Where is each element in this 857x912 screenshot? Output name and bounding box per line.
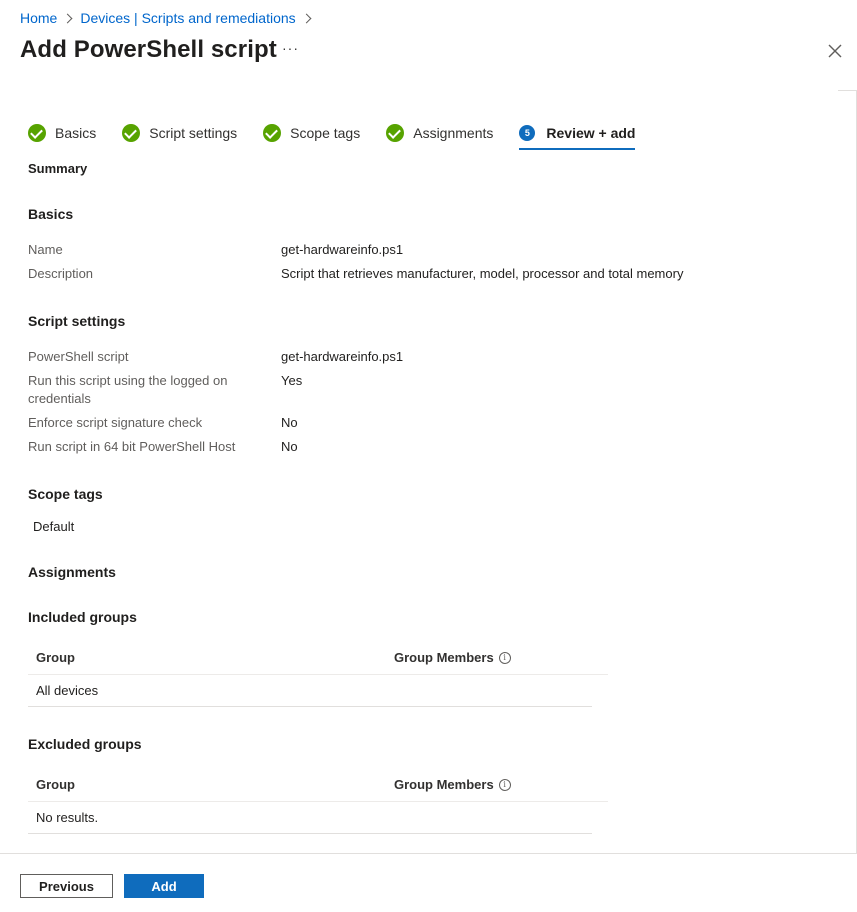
frame-divider [838,90,857,91]
more-options-button[interactable]: ··· [282,40,299,56]
checkmark-circle-icon [28,124,46,142]
setting-label: Run this script using the logged on cred… [28,373,228,406]
excluded-groups-table: Group Group Members i No results. [28,768,608,834]
column-header-members: Group Members i [394,650,511,665]
table-row: No results. [28,802,592,834]
scope-tag-value: Default [33,519,75,534]
step-number-badge: 5 [519,125,536,141]
info-icon[interactable]: i [498,778,511,791]
column-header-group: Group [36,650,75,665]
setting-value: get-hardwareinfo.ps1 [281,349,404,364]
page-title: Add PowerShell script [20,36,277,63]
name-label: Name [28,242,63,257]
column-header-group: Group [36,777,75,792]
checkmark-circle-icon [263,124,282,142]
tab-label: Review + add [546,125,636,141]
tab-label: Scope tags [290,125,361,141]
tab-label: Basics [55,125,97,141]
checkmark-circle-icon [122,124,141,142]
column-header-members: Group Members i [394,777,511,792]
tab-script-settings[interactable]: Script settings [122,118,237,148]
setting-value: Yes [281,373,303,388]
checkmark-circle-icon [386,124,405,142]
column-header-label: Group Members [394,650,494,665]
info-icon[interactable]: i [498,651,511,664]
summary-heading: Summary [28,161,88,176]
setting-label: Enforce script signature check [28,415,203,430]
table-header: Group Group Members i [28,641,608,675]
setting-value: No [281,415,298,430]
setting-label: PowerShell script [28,349,129,364]
column-header-label: Group Members [394,777,494,792]
table-row: All devices [28,675,592,707]
tab-review-add[interactable]: 5 Review + add [519,118,636,150]
included-groups-heading: Included groups [28,609,137,625]
scope-tags-heading: Scope tags [28,486,103,502]
basics-heading: Basics [28,206,74,222]
description-value: Script that retrieves manufacturer, mode… [281,266,684,281]
tab-basics[interactable]: Basics [28,118,96,148]
name-value: get-hardwareinfo.ps1 [281,242,404,257]
setting-value: No [281,439,298,454]
chevron-right-icon [62,13,73,23]
tab-scope-tags[interactable]: Scope tags [263,118,360,148]
breadcrumb-devices-link[interactable]: Devices | Scripts and remediations [80,10,295,26]
description-label: Description [28,266,94,281]
assignments-heading: Assignments [28,564,116,580]
add-button[interactable]: Add [124,874,204,898]
tab-label: Script settings [149,125,238,141]
setting-label: Run script in 64 bit PowerShell Host [28,439,236,454]
previous-button[interactable]: Previous [20,874,113,898]
wizard-tabs: Basics Script settings Scope tags Assign… [28,118,661,150]
table-header: Group Group Members i [28,768,608,802]
excluded-groups-heading: Excluded groups [28,736,142,752]
breadcrumb-home-link[interactable]: Home [20,10,57,26]
included-groups-table: Group Group Members i All devices [28,641,608,707]
close-icon[interactable] [826,42,844,60]
tab-label: Assignments [413,125,494,141]
breadcrumb: Home Devices | Scripts and remediations [20,10,319,26]
tab-assignments[interactable]: Assignments [386,118,493,148]
script-settings-heading: Script settings [28,313,126,329]
chevron-right-icon [301,13,312,23]
